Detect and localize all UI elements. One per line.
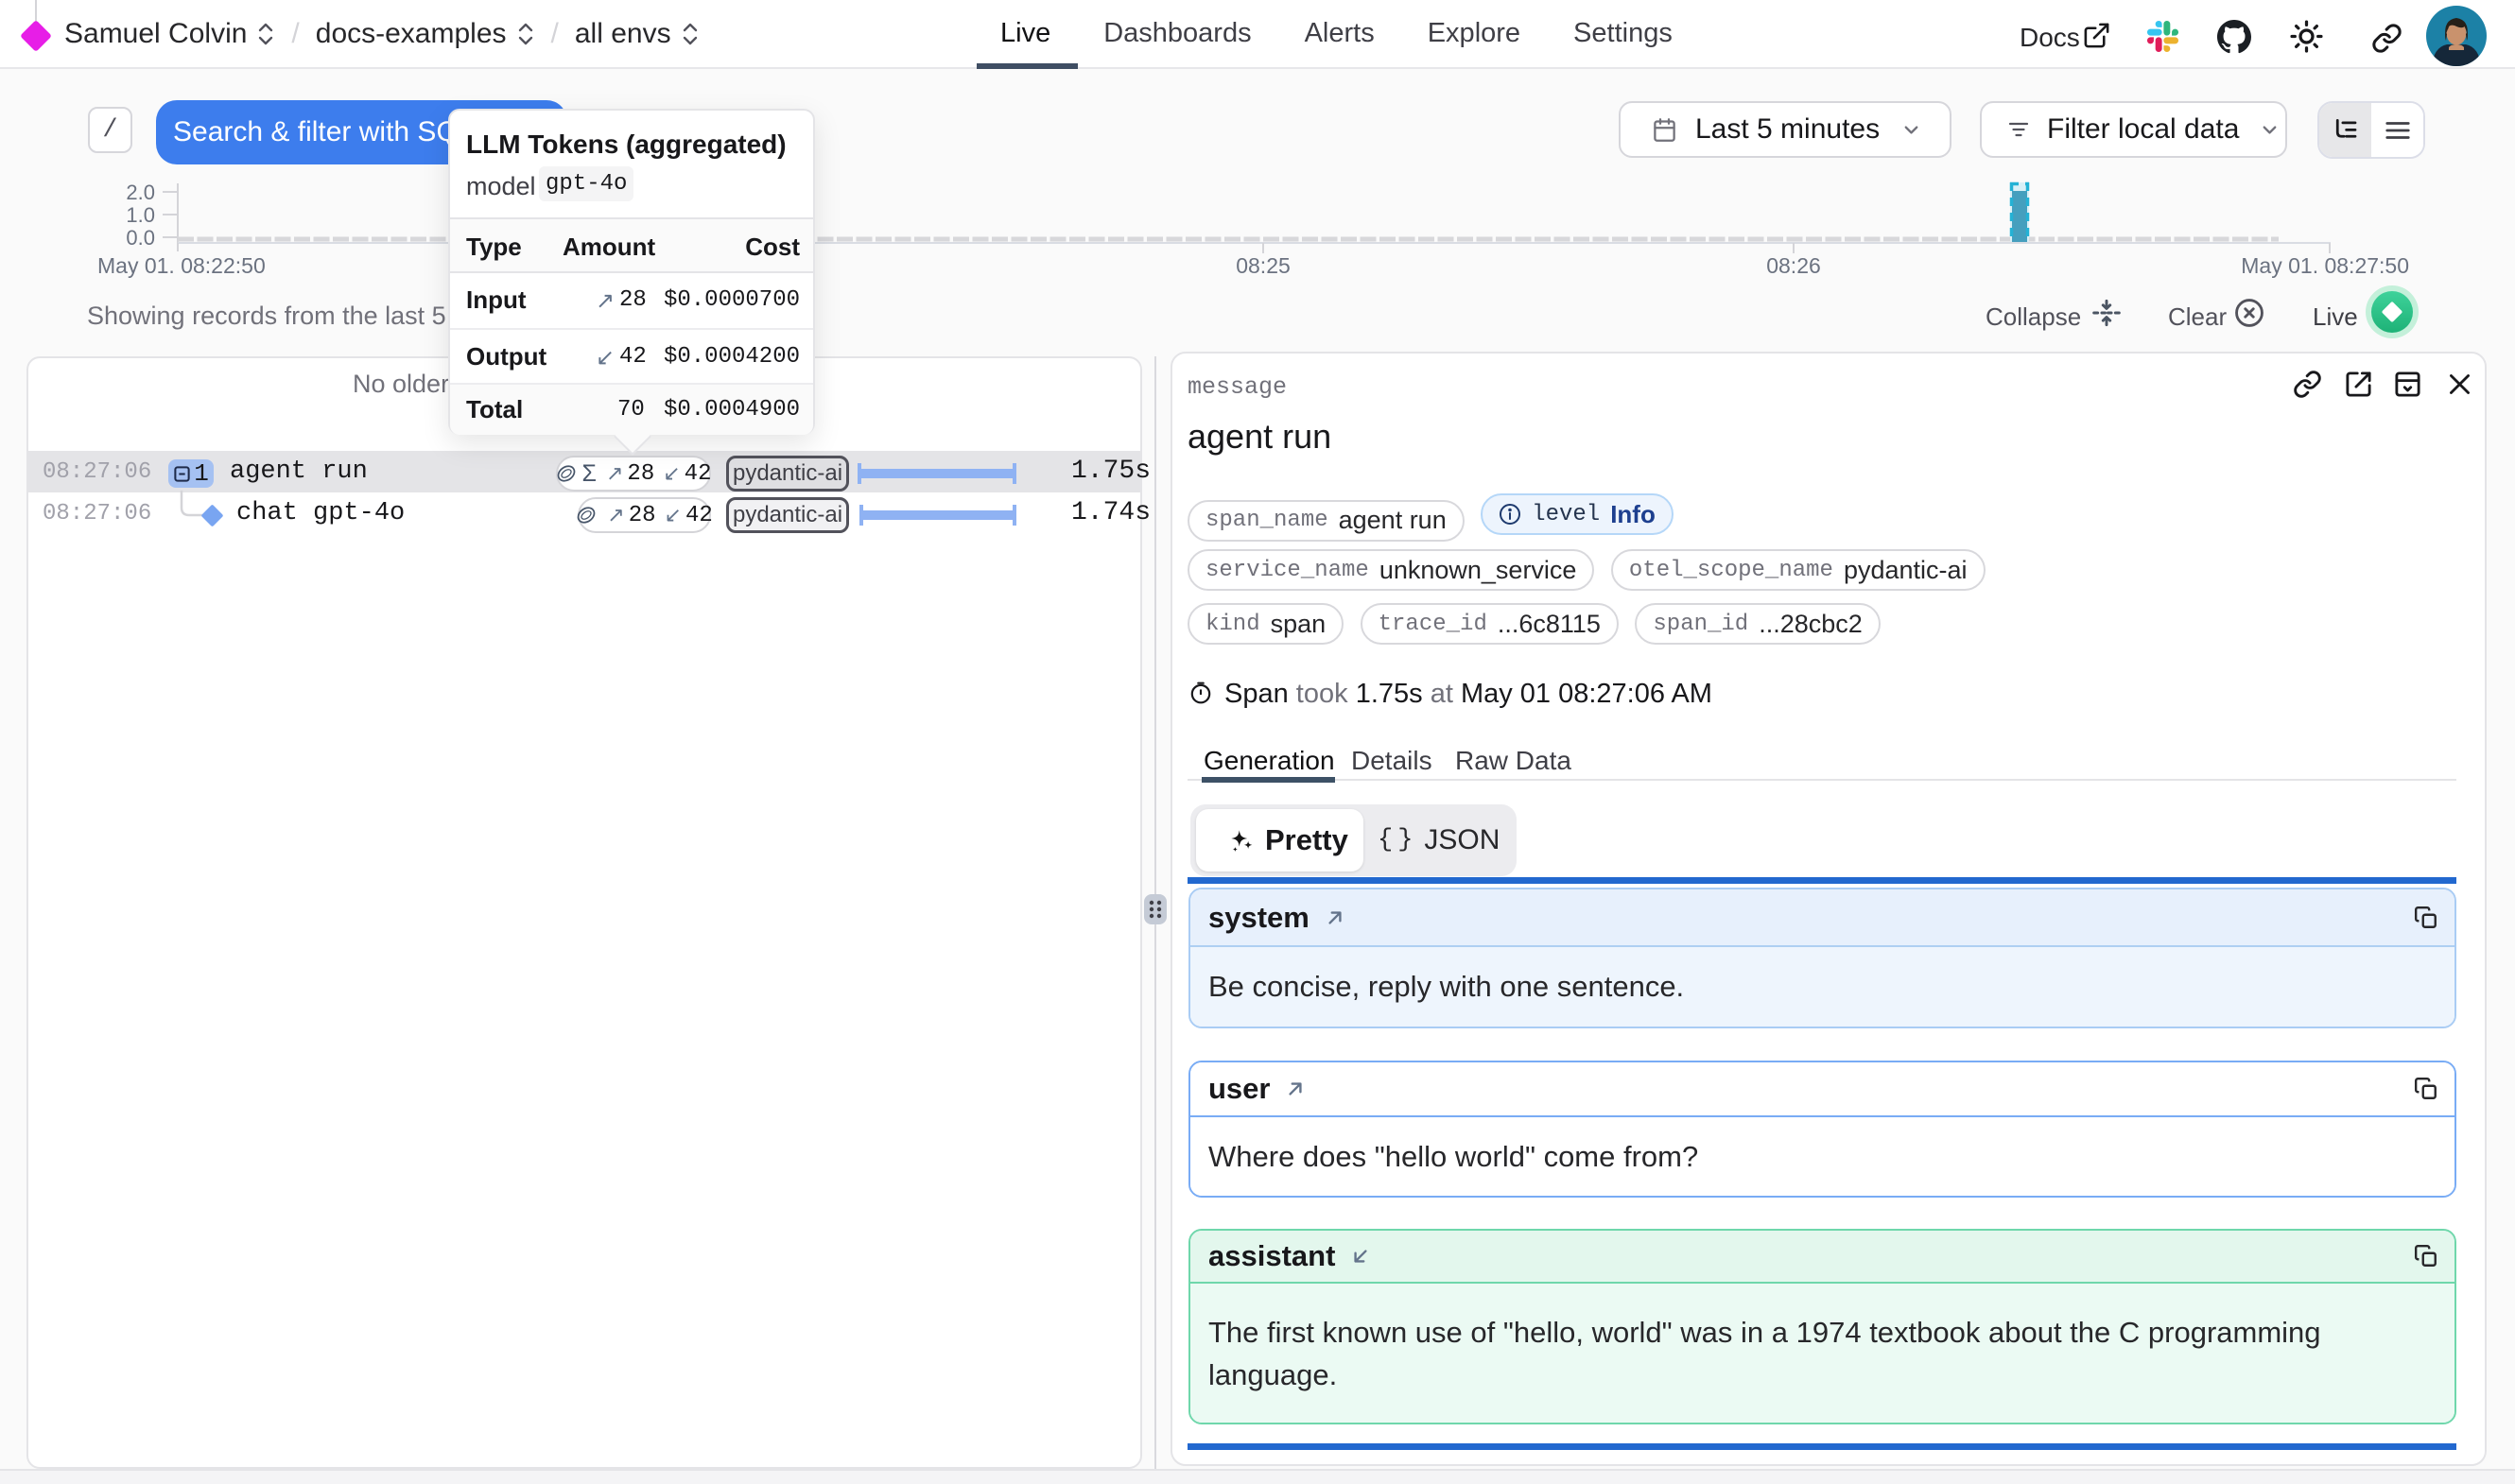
svg-text:1.0: 1.0 [126, 203, 155, 227]
svg-text:08:25: 08:25 [1236, 253, 1291, 278]
svg-text:May 01. 08:22:50: May 01. 08:22:50 [97, 253, 266, 278]
svg-text:2.0: 2.0 [126, 181, 155, 204]
svg-text:0.0: 0.0 [126, 226, 155, 250]
svg-text:08:26: 08:26 [1766, 253, 1821, 278]
svg-text:May 01. 08:27:50: May 01. 08:27:50 [2241, 253, 2409, 278]
